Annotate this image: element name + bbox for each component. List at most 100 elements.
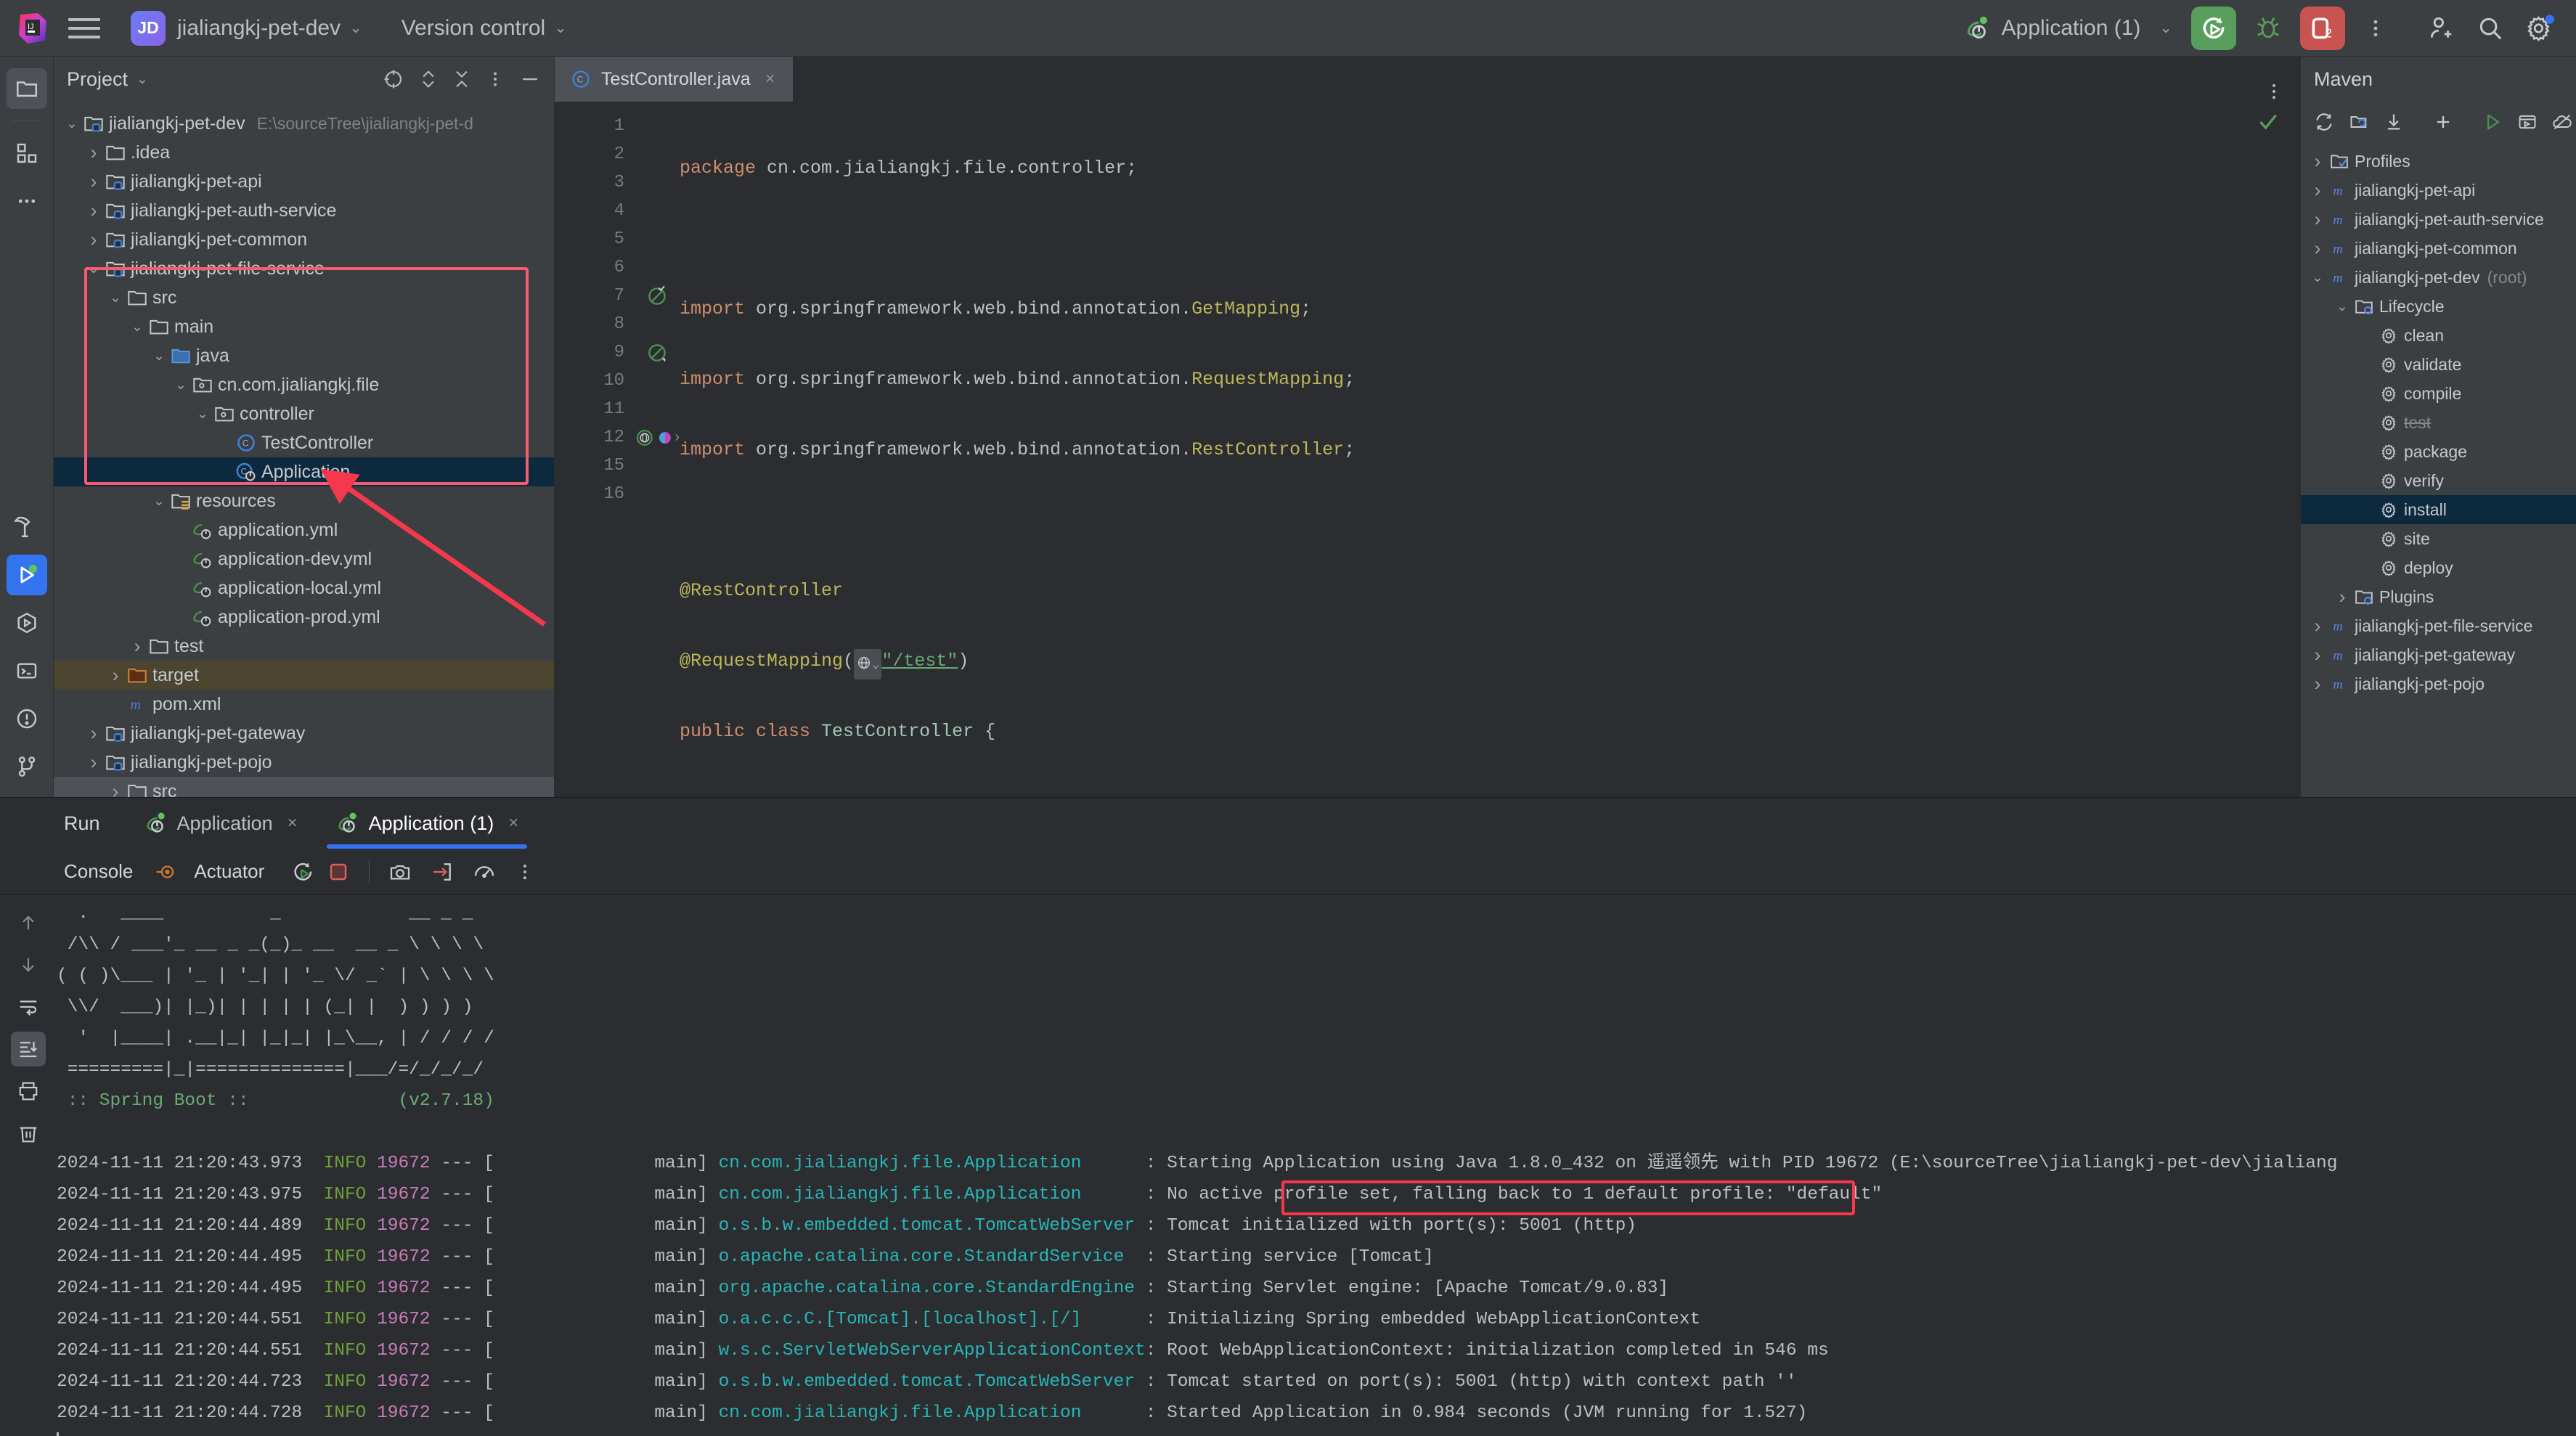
maven-tree-node[interactable]: › m jialiangkj-pet-pojo [2301,669,2576,698]
options-icon[interactable] [486,68,505,90]
maven-tree-node[interactable]: › m jialiangkj-pet-gateway [2301,640,2576,669]
chevron-right-icon[interactable]: › [126,635,148,658]
tree-node[interactable]: C TestController [54,428,554,457]
maven-tree-node[interactable]: › Profiles [2301,147,2576,176]
tree-node[interactable]: application-prod.yml [54,603,554,632]
close-icon[interactable]: × [508,813,518,833]
gutter-marker-slot[interactable] [635,112,680,140]
gutter-marker-slot[interactable] [635,452,680,480]
camera-snapshot-icon[interactable] [383,854,417,889]
clear-all-icon[interactable] [11,1116,46,1151]
project-tree[interactable]: ⌄ jialiangkj-pet-dev E:\sourceTree\jialian… [54,102,554,797]
chevron-right-icon[interactable]: › [2307,237,2328,260]
tree-node[interactable]: ⌄ controller [54,399,554,428]
sidebar-item-git[interactable] [7,746,47,787]
chevron-right-icon[interactable]: › [105,664,126,687]
tab-testcontroller-java[interactable]: C TestController.java × [555,57,793,102]
sidebar-item-run[interactable] [6,555,47,595]
maven-tree-node[interactable]: › m jialiangkj-pet-common [2301,234,2576,263]
maven-tree-node[interactable]: install [2301,495,2576,524]
scroll-down-icon[interactable] [11,947,46,982]
tree-node[interactable]: ⌄ cn.com.jialiangkj.file [54,370,554,399]
gutter-marker-slot[interactable] [635,197,680,225]
project-selector[interactable]: JD jialiangkj-pet-dev ⌄ [123,7,370,50]
gutter-marker-slot[interactable] [635,253,680,282]
tree-node[interactable]: › .idea [54,138,554,167]
chevron-down-icon[interactable]: ⌄ [170,377,192,393]
rerun-button[interactable] [2191,6,2236,50]
sidebar-item-services[interactable] [7,603,47,643]
more-vertical-icon[interactable] [2264,81,2284,102]
tree-node[interactable]: ⌄ java [54,341,554,370]
chevron-right-icon[interactable]: › [83,200,105,222]
maven-tree-node[interactable]: deploy [2301,553,2576,582]
inspection-ok-check-icon[interactable] [2257,110,2300,134]
tree-node[interactable]: C Application [54,457,554,486]
execute-maven-goal-icon[interactable] [2511,106,2543,138]
tree-node[interactable]: › jialiangkj-pet-common [54,225,554,254]
rerun-icon[interactable] [286,854,321,889]
locate-target-icon[interactable] [383,68,404,90]
soft-wrap-icon[interactable] [11,990,46,1024]
tree-node[interactable]: ⌄ resources [54,486,554,515]
gutter-markers[interactable]: › [635,102,680,797]
tree-node[interactable]: › jialiangkj-pet-pojo [54,748,554,777]
sidebar-item-terminal[interactable] [7,650,47,691]
scroll-to-end-icon[interactable] [11,1032,46,1066]
sidebar-item-problems[interactable] [7,698,47,739]
export-icon[interactable] [425,854,460,889]
gear-icon[interactable] [2519,8,2560,49]
mapping-path-test[interactable]: "/test" [881,650,958,672]
hide-panel-icon[interactable] [519,68,541,90]
maven-tree-node[interactable]: › Plugins [2301,582,2576,611]
chevron-down-icon[interactable]: ⌄ [126,319,148,335]
chevron-right-icon[interactable]: › [2307,208,2328,231]
maven-tree-node[interactable]: compile [2301,379,2576,408]
chevron-right-icon[interactable]: › [83,171,105,193]
gutter-marker-slot[interactable] [635,338,680,367]
reload-all-icon[interactable] [2308,106,2340,138]
scroll-up-icon[interactable] [11,905,46,940]
chevron-down-icon[interactable]: ⌄ [192,406,213,423]
chevron-down-icon[interactable]: ⌄ [2331,298,2353,315]
inspection-widget[interactable] [2257,102,2300,797]
maven-tree-node[interactable]: verify [2301,466,2576,495]
run-goal-icon[interactable] [2477,106,2508,138]
tab-console[interactable]: Console [57,860,155,883]
gutter-marker-slot[interactable] [635,225,680,253]
chevron-right-icon[interactable]: › [83,751,105,774]
tree-node[interactable]: application.yml [54,515,554,544]
run-tab-application[interactable]: Application × [125,798,317,849]
tree-node[interactable]: › jialiangkj-pet-auth-service [54,196,554,225]
more-vertical-icon[interactable] [509,854,541,889]
chevron-right-icon[interactable]: › [83,229,105,251]
version-control-menu[interactable]: Version control ⌄ [394,12,574,45]
more-options-icon[interactable] [2355,8,2396,49]
tree-node[interactable]: › src [54,777,554,797]
gutter-marker-slot[interactable] [635,282,680,310]
maven-tree-node[interactable]: ⌄ m jialiangkj-pet-dev (root) [2301,263,2576,292]
gutter-marker-slot[interactable] [635,310,680,338]
maven-tree-node[interactable]: › m jialiangkj-pet-api [2301,176,2576,205]
toggle-offline-icon[interactable] [2546,106,2576,138]
tree-node[interactable]: ⌄ main [54,312,554,341]
close-icon[interactable]: × [765,69,775,89]
maven-tree-node[interactable]: › m jialiangkj-pet-file-service [2301,611,2576,640]
chevron-down-icon[interactable]: ⌄ [148,348,170,364]
gutter-marker-slot[interactable] [635,367,680,395]
chevron-down-icon[interactable]: ⌄ [136,71,148,88]
add-account-icon[interactable] [2421,8,2461,49]
sidebar-item-project[interactable] [6,68,47,109]
console-output[interactable]: . ____ _ __ _ _ /\\ / ___'_ __ _ _(_)_ _… [57,895,2576,1436]
chevron-down-icon[interactable]: ⌄ [148,493,170,510]
tree-node[interactable]: › target [54,661,554,690]
tree-node[interactable]: › jialiangkj-pet-gateway [54,719,554,748]
maven-tree-node[interactable]: validate [2301,350,2576,379]
search-icon[interactable] [2470,8,2511,49]
reload-project-icon[interactable] [2343,106,2375,138]
chevron-down-icon[interactable]: ⌄ [61,115,83,132]
tree-node[interactable]: ⌄ src [54,283,554,312]
web-globe-icon[interactable]: ⌄ [854,649,882,680]
maven-tree-node[interactable]: clean [2301,321,2576,350]
gutter-marker-slot[interactable] [635,140,680,168]
